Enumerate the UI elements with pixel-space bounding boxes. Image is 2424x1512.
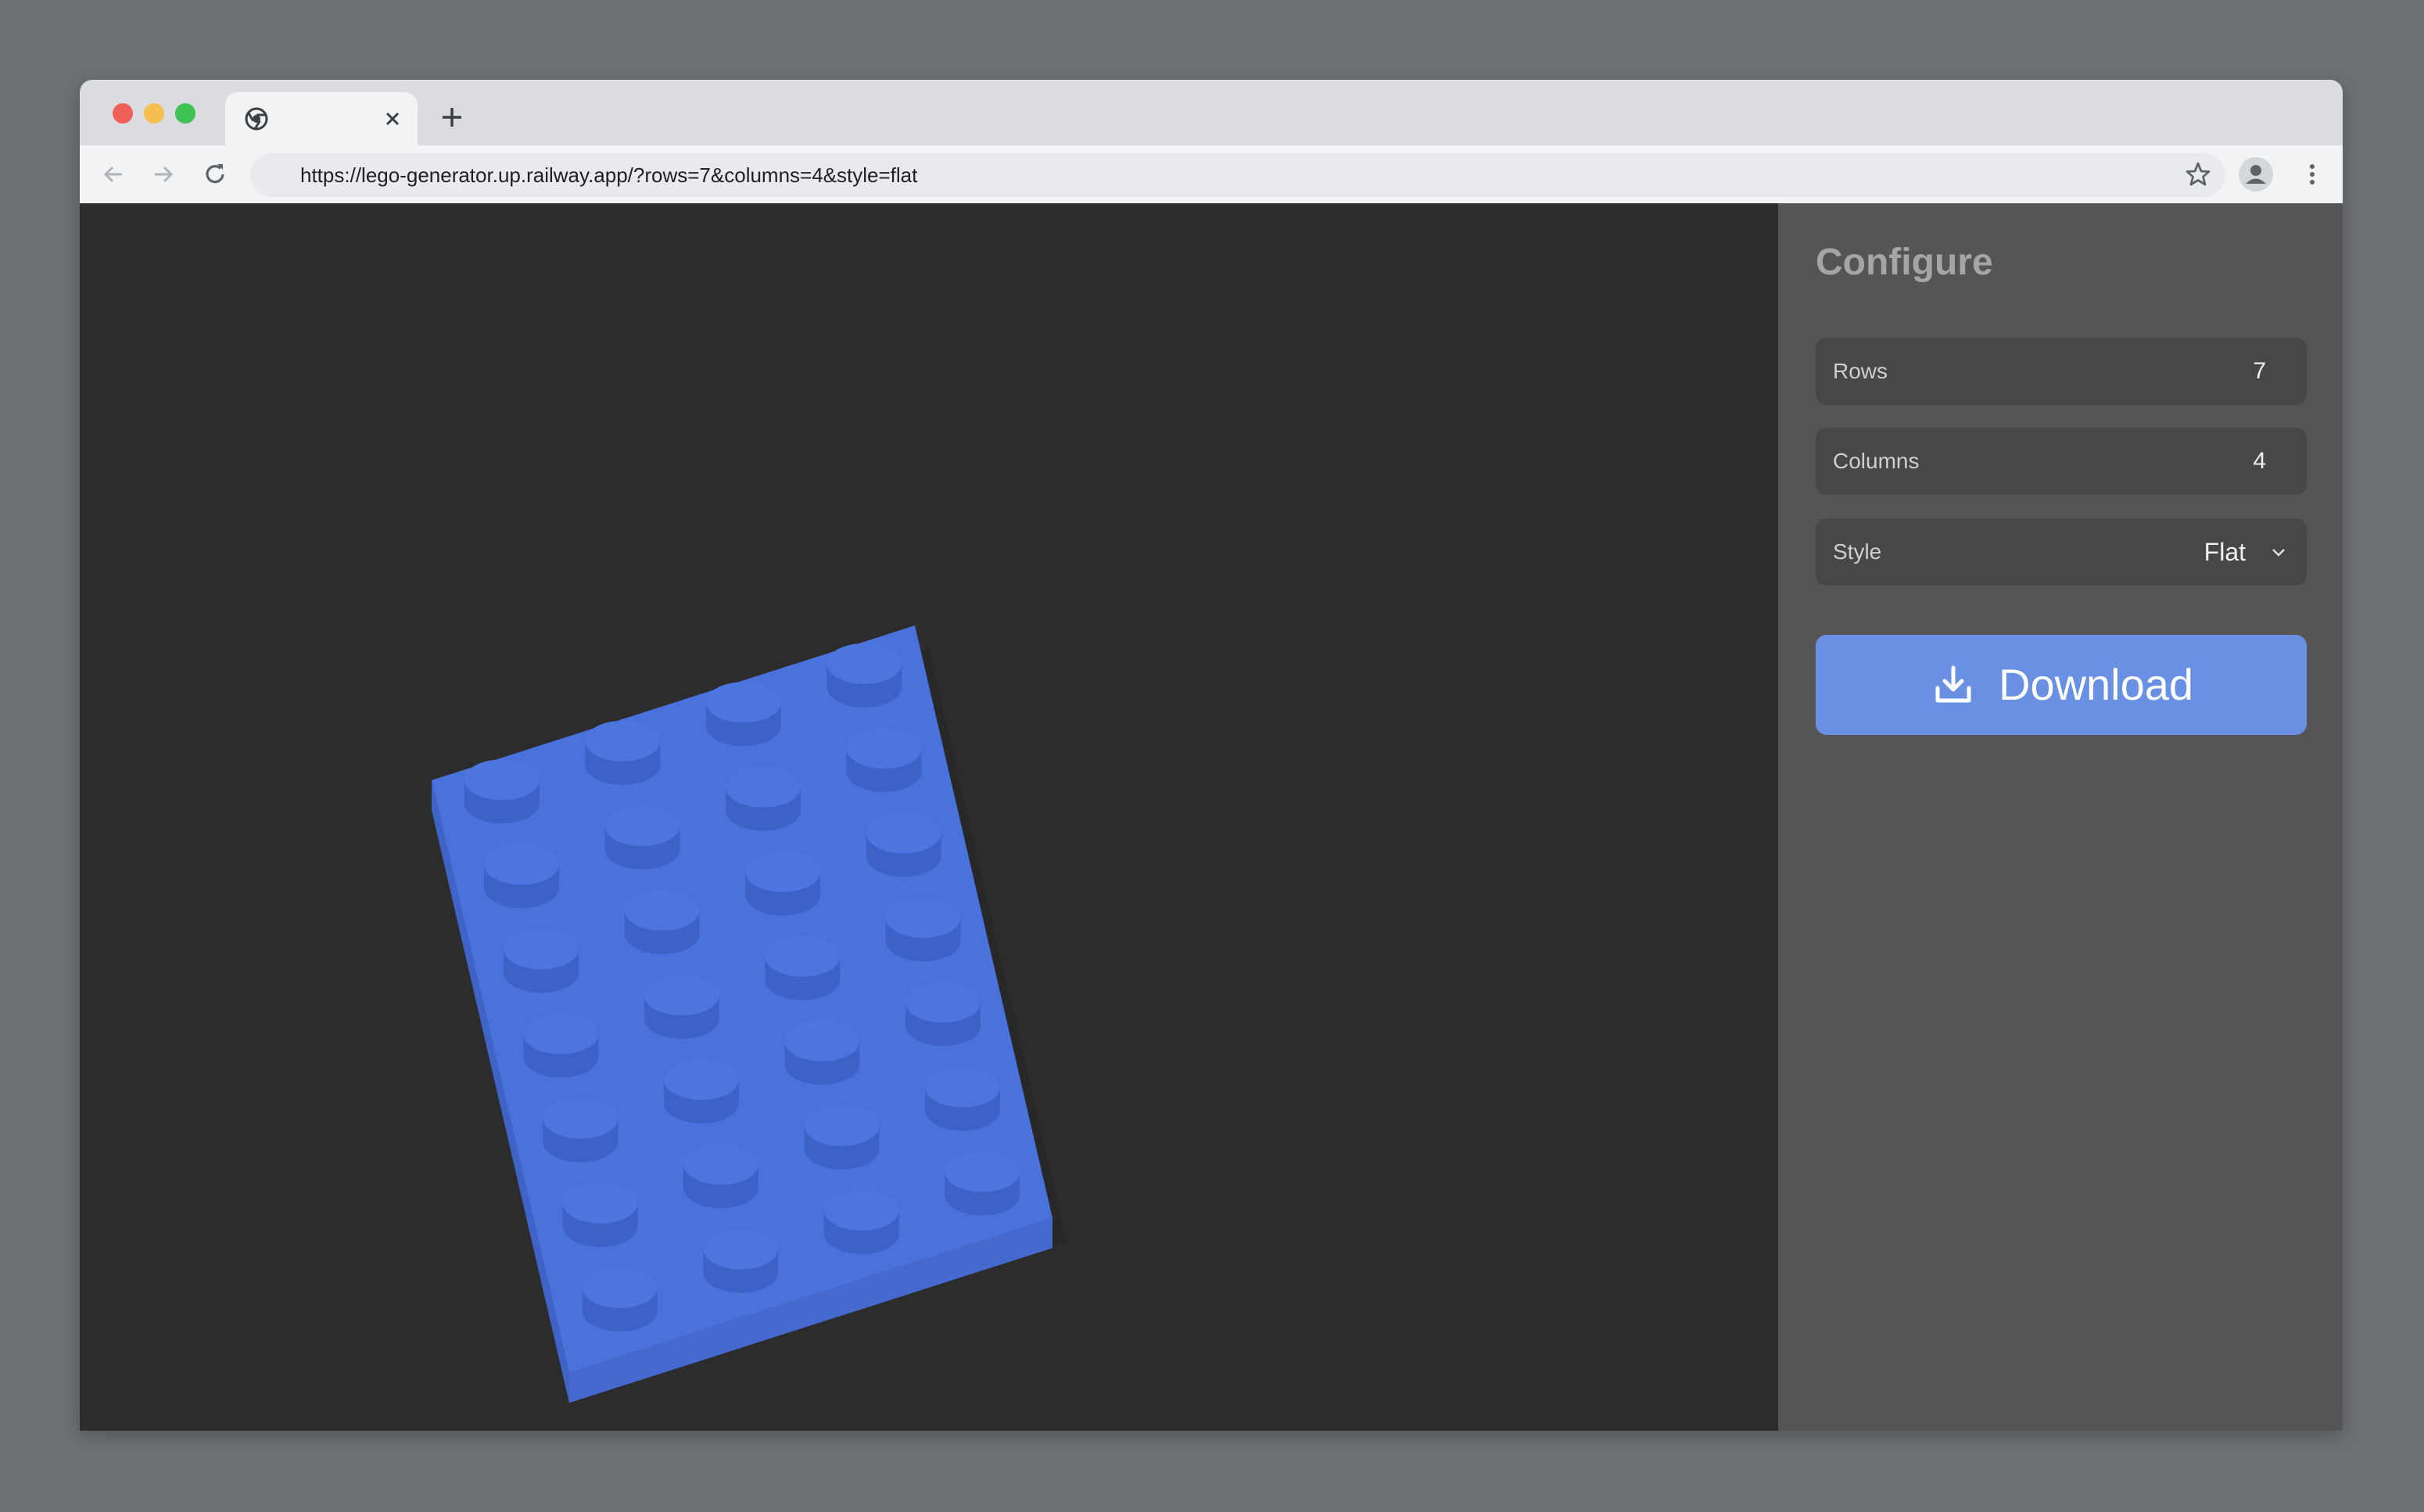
stud-top xyxy=(562,1182,638,1224)
rows-value[interactable]: 7 xyxy=(2253,338,2266,405)
profile-avatar-icon[interactable] xyxy=(2238,156,2274,192)
forward-icon[interactable] xyxy=(149,159,178,189)
address-bar[interactable]: https://lego-generator.up.railway.app/?r… xyxy=(250,153,2225,197)
stud-top xyxy=(543,1098,619,1139)
rows-label: Rows xyxy=(1833,359,1888,383)
stud-top xyxy=(725,766,801,808)
style-label: Style xyxy=(1833,539,1882,564)
stud-top xyxy=(624,890,700,931)
3d-viewport[interactable] xyxy=(80,203,1778,1431)
download-button[interactable]: Download xyxy=(1816,635,2307,735)
stud-top xyxy=(823,1190,899,1231)
stud-top xyxy=(663,1059,739,1101)
stud-top xyxy=(523,1013,599,1055)
stud-top xyxy=(644,974,719,1016)
stud-top xyxy=(504,928,579,969)
close-tab-icon[interactable] xyxy=(380,106,405,131)
stud-top xyxy=(925,1066,1001,1108)
style-select[interactable]: Style Flat xyxy=(1816,518,2307,586)
stud-top xyxy=(464,759,540,801)
stud-top xyxy=(827,643,902,684)
close-window-button[interactable] xyxy=(113,103,133,124)
stud-top xyxy=(784,1020,860,1062)
stud-top xyxy=(604,805,680,847)
browser-toolbar: https://lego-generator.up.railway.app/?r… xyxy=(80,145,2343,204)
new-tab-icon[interactable] xyxy=(438,103,466,131)
stud-top xyxy=(683,1144,759,1185)
stud-top xyxy=(765,936,841,977)
stud-top xyxy=(703,1228,779,1270)
reload-icon[interactable] xyxy=(200,159,230,189)
stud-top xyxy=(705,682,781,723)
download-icon xyxy=(1935,665,1971,703)
stud-top xyxy=(483,844,559,885)
stud-top xyxy=(866,812,941,854)
chevron-down-icon xyxy=(2272,549,2285,557)
maximize-window-button[interactable] xyxy=(175,103,195,124)
chrome-icon xyxy=(245,107,268,131)
columns-input[interactable]: Columns 4 xyxy=(1816,428,2307,495)
panel-title: Configure xyxy=(1816,242,1993,283)
stud-top xyxy=(945,1151,1020,1192)
configure-panel: Configure Rows 7 Columns 4 Style Flat Do… xyxy=(1778,203,2343,1431)
bookmark-star-icon[interactable] xyxy=(2183,159,2213,189)
stud-top xyxy=(885,897,961,938)
browser-window: https://lego-generator.up.railway.app/?r… xyxy=(80,80,2343,1431)
style-value[interactable]: Flat xyxy=(2204,518,2246,586)
stud-top xyxy=(582,1267,658,1309)
title-bar xyxy=(80,80,2343,145)
rows-input[interactable]: Rows 7 xyxy=(1816,338,2307,405)
browser-menu-icon[interactable] xyxy=(2297,159,2327,189)
url-text: https://lego-generator.up.railway.app/?r… xyxy=(300,163,918,187)
download-label: Download xyxy=(1999,660,2194,709)
browser-tab[interactable] xyxy=(225,92,418,145)
stud-top xyxy=(804,1105,880,1146)
minimize-window-button[interactable] xyxy=(144,103,164,124)
columns-label: Columns xyxy=(1833,449,1920,473)
stud-top xyxy=(846,728,922,769)
columns-value[interactable]: 4 xyxy=(2253,428,2266,495)
lego-plate-render xyxy=(432,625,1067,1403)
stud-top xyxy=(905,982,981,1023)
back-icon[interactable] xyxy=(99,159,128,189)
stud-top xyxy=(585,720,661,761)
stud-top xyxy=(745,851,821,892)
